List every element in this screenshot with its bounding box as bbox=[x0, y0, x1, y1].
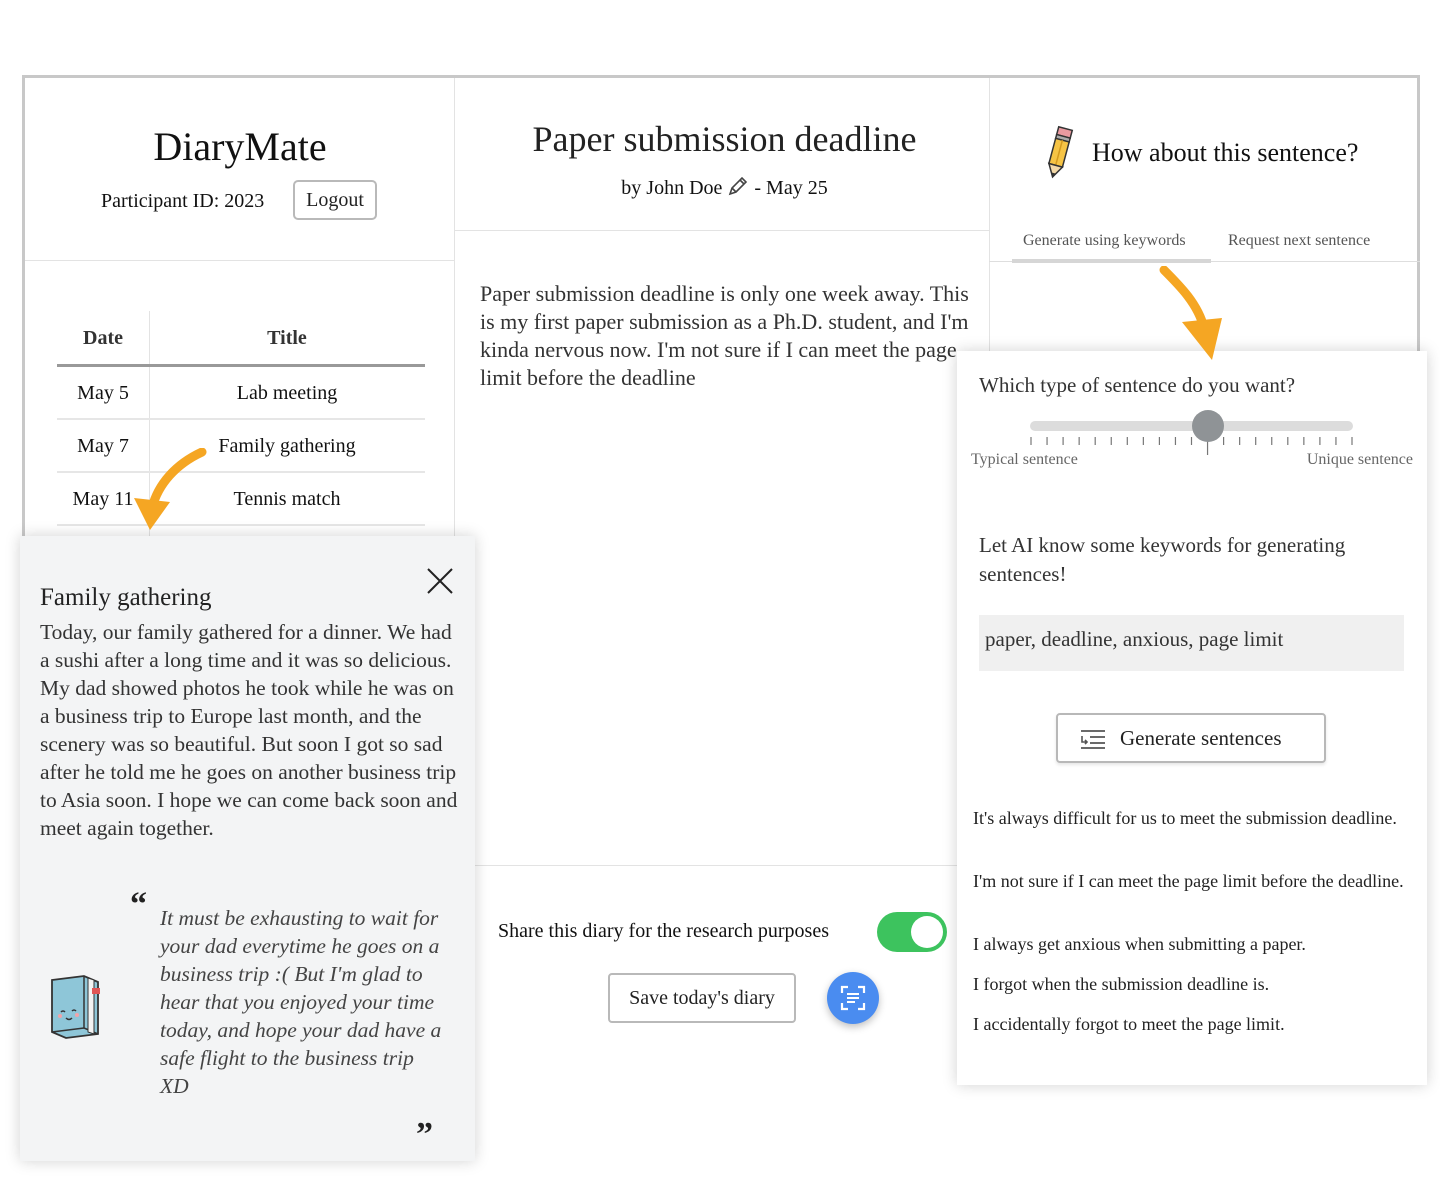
pencil-icon bbox=[1040, 124, 1080, 186]
column-header-title: Title bbox=[267, 327, 307, 349]
suggestion-item[interactable]: It's always difficult for us to meet the… bbox=[973, 805, 1413, 831]
logout-button[interactable]: Logout bbox=[293, 180, 377, 220]
generate-sentences-button[interactable]: Generate sentences bbox=[1056, 713, 1326, 763]
tab-request-next[interactable]: Request next sentence bbox=[1228, 232, 1370, 250]
table-row[interactable]: May 11 Tennis match bbox=[57, 473, 425, 526]
popup-body: Today, our family gathered for a dinner.… bbox=[40, 620, 458, 840]
entry-body[interactable]: Paper submission deadline is only one we… bbox=[480, 280, 980, 392]
table-row[interactable]: May 5 Lab meeting bbox=[57, 367, 425, 420]
slider-handle[interactable] bbox=[1191, 410, 1224, 442]
popup-title: Family gathering bbox=[40, 584, 212, 611]
share-label: Share this diary for the research purpos… bbox=[498, 920, 829, 942]
entry-title: Paper submission deadline bbox=[532, 119, 917, 159]
active-tab-indicator bbox=[1012, 259, 1211, 263]
toggle-knob bbox=[911, 916, 943, 948]
column-header-date: Date bbox=[83, 327, 123, 349]
row-date: May 5 bbox=[77, 382, 129, 404]
footer-divider bbox=[475, 865, 990, 866]
keywords-input[interactable]: paper, deadline, anxious, page limit bbox=[979, 615, 1404, 671]
diary-preview-popup: Family gathering Today, our family gathe… bbox=[20, 536, 475, 1161]
header-divider bbox=[25, 260, 454, 261]
table-row[interactable]: May 7 Family gathering bbox=[57, 420, 425, 473]
share-toggle[interactable] bbox=[877, 912, 947, 952]
entry-author: by John Doe bbox=[621, 177, 723, 199]
pencil-icon[interactable] bbox=[727, 176, 749, 199]
row-title: Lab meeting bbox=[236, 382, 338, 404]
tab-generate-keywords[interactable]: Generate using keywords bbox=[1023, 232, 1186, 250]
entry-date: - May 25 bbox=[754, 177, 828, 199]
generate-icon bbox=[1081, 730, 1105, 749]
close-icon[interactable] bbox=[425, 566, 455, 600]
entry-header-divider bbox=[455, 230, 989, 231]
generate-sentences-label: Generate sentences bbox=[1120, 726, 1282, 750]
app-title: DiaryMate bbox=[153, 124, 327, 169]
keyword-generation-panel: Which type of sentence do you want? Typi… bbox=[957, 351, 1427, 1085]
slider-label-typical: Typical sentence bbox=[971, 451, 1078, 468]
slider-label-unique: Unique sentence bbox=[1306, 451, 1413, 468]
scan-icon bbox=[840, 985, 866, 1011]
suggestion-item[interactable]: I accidentally forgot to meet the page l… bbox=[973, 1011, 1413, 1037]
entry-byline: by John Doe - May 25 bbox=[457, 175, 992, 200]
suggestion-item[interactable]: I forgot when the submission deadline is… bbox=[973, 971, 1413, 997]
diary-book-icon bbox=[46, 974, 104, 1044]
sentence-type-question: Which type of sentence do you want? bbox=[979, 373, 1296, 397]
participant-id: Participant ID: 2023 bbox=[101, 190, 265, 212]
quote-close: ” bbox=[416, 1116, 433, 1153]
ai-reply: It must be exhausting to wait for your d… bbox=[160, 906, 442, 1098]
arrow-annotation bbox=[1159, 266, 1222, 360]
assistant-heading: How about this sentence? bbox=[1092, 138, 1359, 167]
save-diary-button[interactable]: Save today's diary bbox=[608, 973, 796, 1023]
quote-open: “ bbox=[130, 886, 147, 923]
suggestion-item[interactable]: I always get anxious when submitting a p… bbox=[973, 931, 1413, 957]
arrow-annotation bbox=[134, 448, 207, 530]
scan-button[interactable] bbox=[827, 972, 879, 1024]
suggestion-item[interactable]: I'm not sure if I can meet the page limi… bbox=[973, 868, 1413, 894]
keywords-prompt: Let AI know some keywords for generating… bbox=[979, 533, 1346, 586]
